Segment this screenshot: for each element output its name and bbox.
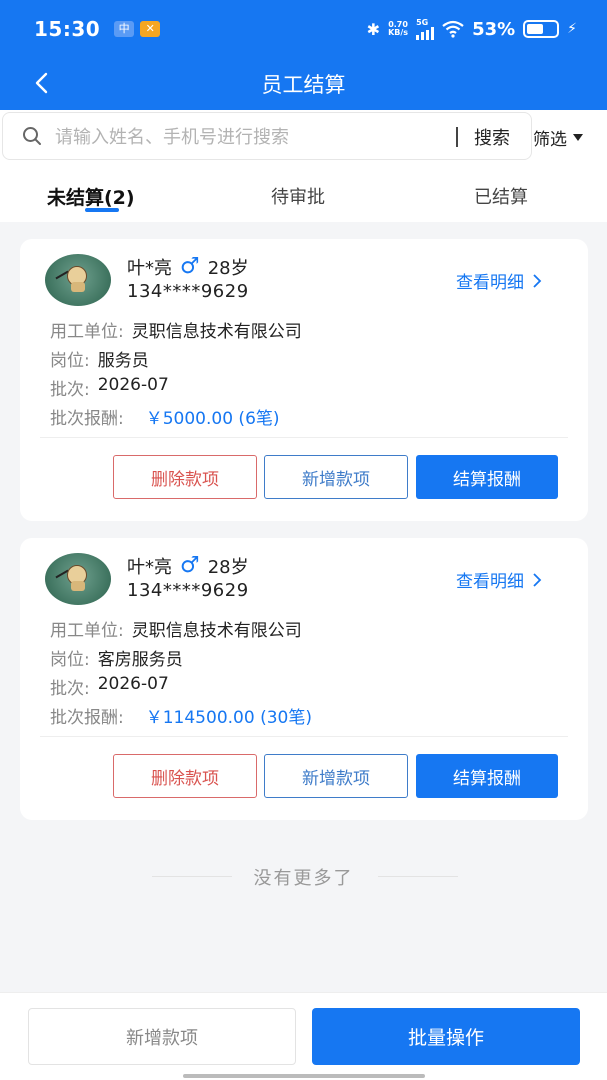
batch-row: 批次: 2026-07 <box>50 375 169 400</box>
battery-percent: 53% <box>472 18 516 40</box>
employer-value: 灵职信息技术有限公司 <box>131 621 302 641</box>
card-divider <box>40 736 568 737</box>
signal-icon: 5G <box>416 17 435 40</box>
wifi-icon <box>442 20 464 38</box>
batch-label: 批次: <box>50 380 90 400</box>
view-details-label: 查看明细 <box>456 572 524 592</box>
position-value: 客房服务员 <box>97 650 183 670</box>
batch-value: 2026-07 <box>97 674 169 694</box>
dropdown-triangle-icon <box>573 134 583 141</box>
app-notification-icon: 中 <box>114 21 135 37</box>
tab-pending-approval[interactable]: 待审批 <box>271 183 325 209</box>
search-bar: 请输入姓名、手机号进行搜索 搜索 筛选 <box>0 110 607 164</box>
employer-row: 用工单位: 灵职信息技术有限公司 <box>50 616 302 641</box>
status-bar: 15:30 中 ✕ ✱ 0.70 KB/s 5G 53% ⚡ <box>0 0 607 58</box>
settle-pay-button[interactable]: 结算报酬 <box>416 455 558 499</box>
employee-name-line: 叶*亮 ♂ 28岁 <box>127 254 249 280</box>
batch-value: 2026-07 <box>97 375 169 395</box>
status-tabs: 未结算(2) 待审批 已结算 <box>0 164 607 222</box>
batch-label: 批次: <box>50 679 90 699</box>
charging-icon: ⚡ <box>567 21 577 37</box>
position-row: 岗位: 服务员 <box>50 346 149 371</box>
list-end-line-right <box>378 876 458 877</box>
view-details-link[interactable]: 查看明细 <box>456 268 542 293</box>
bottom-action-bar: 新增款项 批量操作 <box>0 992 607 1080</box>
employee-card: 叶*亮 ♂ 28岁 134****9629 查看明细 用工单位: 灵职信息技术有… <box>20 239 588 521</box>
network-speed: 0.70 KB/s <box>388 21 408 37</box>
position-value: 服务员 <box>97 351 149 371</box>
pay-value: ￥5000.00 (6笔) <box>145 409 280 429</box>
settle-pay-button[interactable]: 结算报酬 <box>416 754 558 798</box>
position-row: 岗位: 客房服务员 <box>50 645 183 670</box>
avatar <box>45 254 111 306</box>
employee-name: 叶*亮 <box>127 557 172 578</box>
search-input[interactable]: 请输入姓名、手机号进行搜索 搜索 <box>2 112 532 160</box>
employee-name-line: 叶*亮 ♂ 28岁 <box>127 553 249 579</box>
pay-label: 批次报酬: <box>50 409 124 429</box>
employee-card: 叶*亮 ♂ 28岁 134****9629 查看明细 用工单位: 灵职信息技术有… <box>20 538 588 820</box>
male-icon: ♂ <box>180 553 200 578</box>
back-arrow-icon[interactable] <box>28 68 58 98</box>
nav-header: 员工结算 <box>0 58 607 110</box>
search-placeholder: 请输入姓名、手机号进行搜索 <box>55 127 289 148</box>
home-indicator[interactable] <box>183 1074 425 1078</box>
employee-age: 28岁 <box>207 557 249 578</box>
batch-row: 批次: 2026-07 <box>50 674 169 699</box>
pay-label: 批次报酬: <box>50 708 124 728</box>
employer-label: 用工单位: <box>50 322 124 342</box>
page-title: 员工结算 <box>261 73 346 97</box>
pay-row: 批次报酬: ￥114500.00 (30笔) <box>50 703 312 728</box>
search-button[interactable]: 搜索 <box>474 124 510 150</box>
position-label: 岗位: <box>50 351 90 371</box>
position-label: 岗位: <box>50 650 90 670</box>
filter-label: 筛选 <box>533 130 567 150</box>
delete-item-button[interactable]: 删除款项 <box>113 754 257 798</box>
employee-phone: 134****9629 <box>127 580 249 601</box>
battery-icon <box>523 20 560 38</box>
list-end-text: 没有更多了 <box>253 868 354 889</box>
app-header-bg: 15:30 中 ✕ ✱ 0.70 KB/s 5G 53% ⚡ 员工结算 <box>0 0 607 110</box>
employer-label: 用工单位: <box>50 621 124 641</box>
male-icon: ♂ <box>180 254 200 279</box>
network-type: 5G <box>416 17 429 27</box>
filter-button[interactable]: 筛选 <box>533 125 583 150</box>
tab-unsettled[interactable]: 未结算(2) <box>47 183 135 210</box>
chevron-right-icon <box>533 273 542 288</box>
bluetooth-icon: ✱ <box>366 19 381 39</box>
employee-phone: 134****9629 <box>127 281 249 302</box>
view-details-link[interactable]: 查看明细 <box>456 567 542 592</box>
search-divider <box>456 127 458 147</box>
employee-age: 28岁 <box>207 258 249 279</box>
employee-name: 叶*亮 <box>127 258 172 279</box>
delete-item-button[interactable]: 删除款项 <box>113 455 257 499</box>
search-icon <box>23 127 41 145</box>
add-item-button[interactable]: 新增款项 <box>264 754 408 798</box>
list-end-indicator: 没有更多了 <box>0 864 607 890</box>
tab-settled[interactable]: 已结算 <box>474 183 528 209</box>
employer-row: 用工单位: 灵职信息技术有限公司 <box>50 317 302 342</box>
batch-operation-button[interactable]: 批量操作 <box>312 1008 580 1065</box>
chevron-right-icon <box>533 572 542 587</box>
tools-notification-icon: ✕ <box>140 21 161 37</box>
add-item-button[interactable]: 新增款项 <box>264 455 408 499</box>
active-tab-indicator <box>85 208 119 212</box>
avatar <box>45 553 111 605</box>
employer-value: 灵职信息技术有限公司 <box>131 322 302 342</box>
card-divider <box>40 437 568 438</box>
pay-value: ￥114500.00 (30笔) <box>145 708 312 728</box>
notification-icons: 中 ✕ <box>114 21 161 37</box>
view-details-label: 查看明细 <box>456 273 524 293</box>
bottom-add-item-button[interactable]: 新增款项 <box>28 1008 296 1065</box>
status-time: 15:30 <box>34 17 101 41</box>
speed-unit: KB/s <box>388 28 409 37</box>
pay-row: 批次报酬: ￥5000.00 (6笔) <box>50 404 280 429</box>
status-right: ✱ 0.70 KB/s 5G 53% ⚡ <box>366 17 577 40</box>
